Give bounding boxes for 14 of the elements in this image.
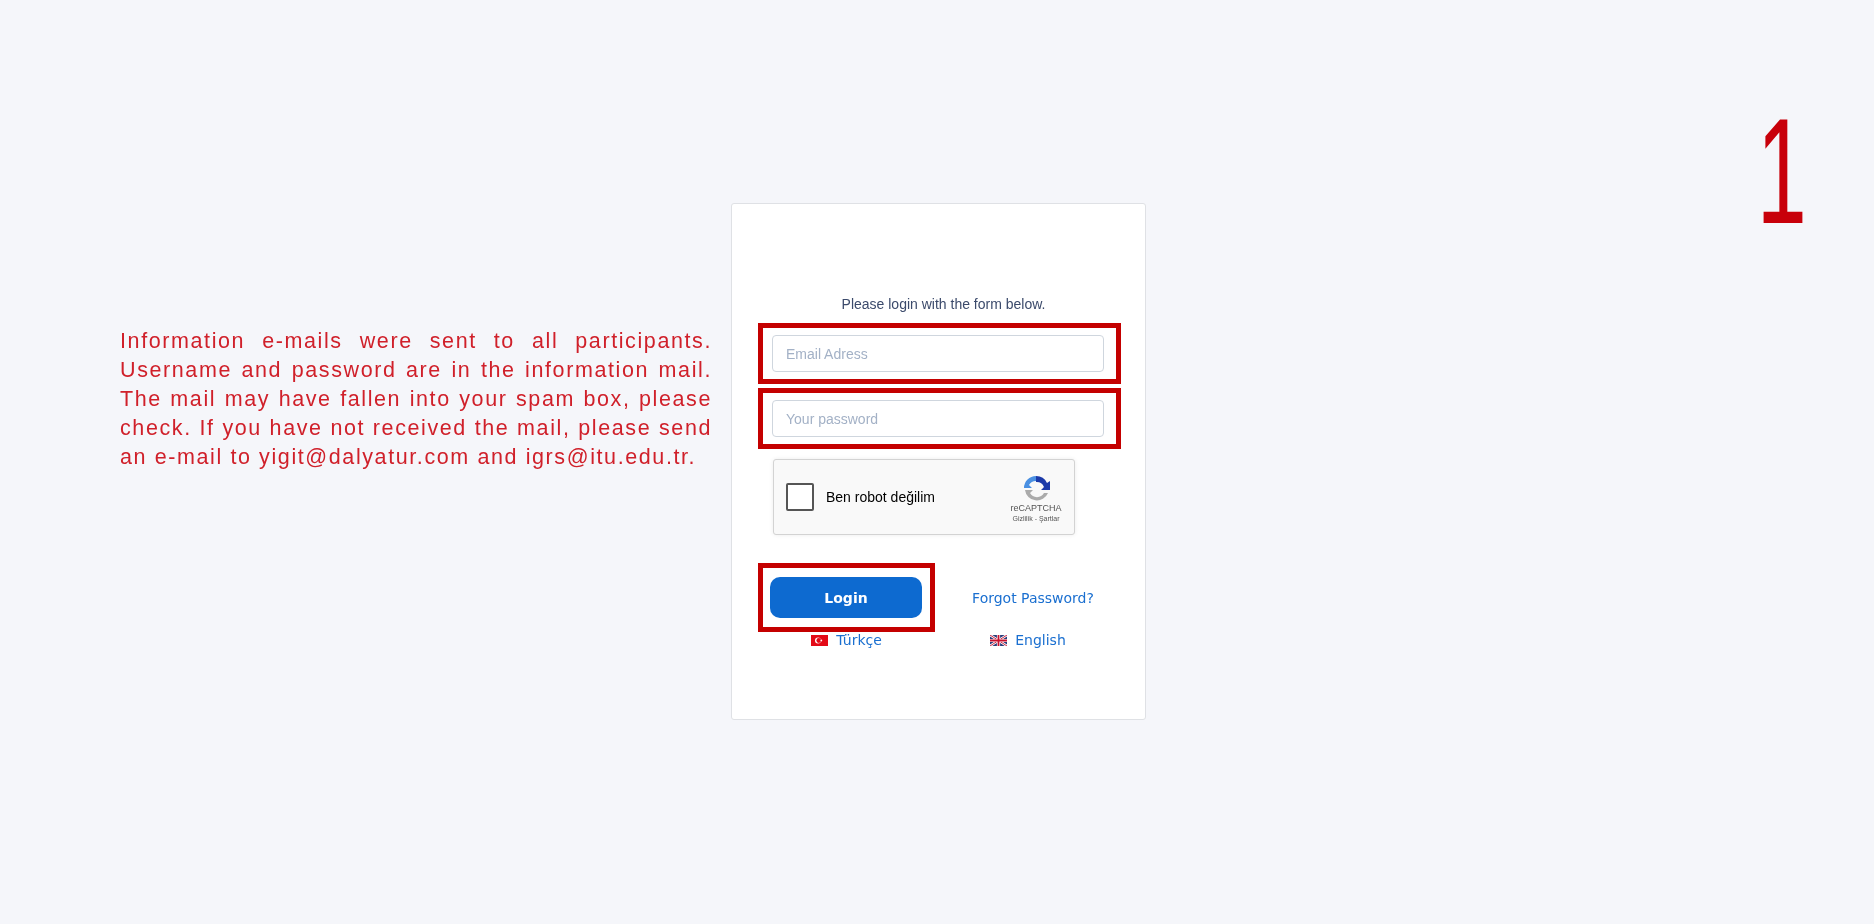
captcha-label: Ben robot değilim [826,489,936,505]
captcha-brand: reCAPTCHA [1010,502,1062,513]
captcha-checkbox[interactable] [786,483,814,511]
login-button[interactable]: Login [770,577,922,618]
language-link[interactable]: English [935,632,1121,648]
instruction-text: Please login with the form below. [840,296,1047,312]
input-field[interactable]: Your password [772,400,1104,437]
flag-icon [811,634,829,646]
forgot-password-link[interactable]: Forgot Password? [935,589,1121,606]
info-paragraph: Information e-mails were sent to all participants. Username and password are in the information mail. The mail may have fallen into your spam box, please check. If you have not received the mail, please send an e-mail to yigit@dalyatur.com and igrs@itu.edu.tr. [120,328,712,471]
input-field[interactable]: Email Adress [772,335,1104,372]
language-link[interactable]: Türkçe [758,632,935,648]
flag-icon [990,634,1008,646]
step-number: 1 [1756,96,1807,246]
